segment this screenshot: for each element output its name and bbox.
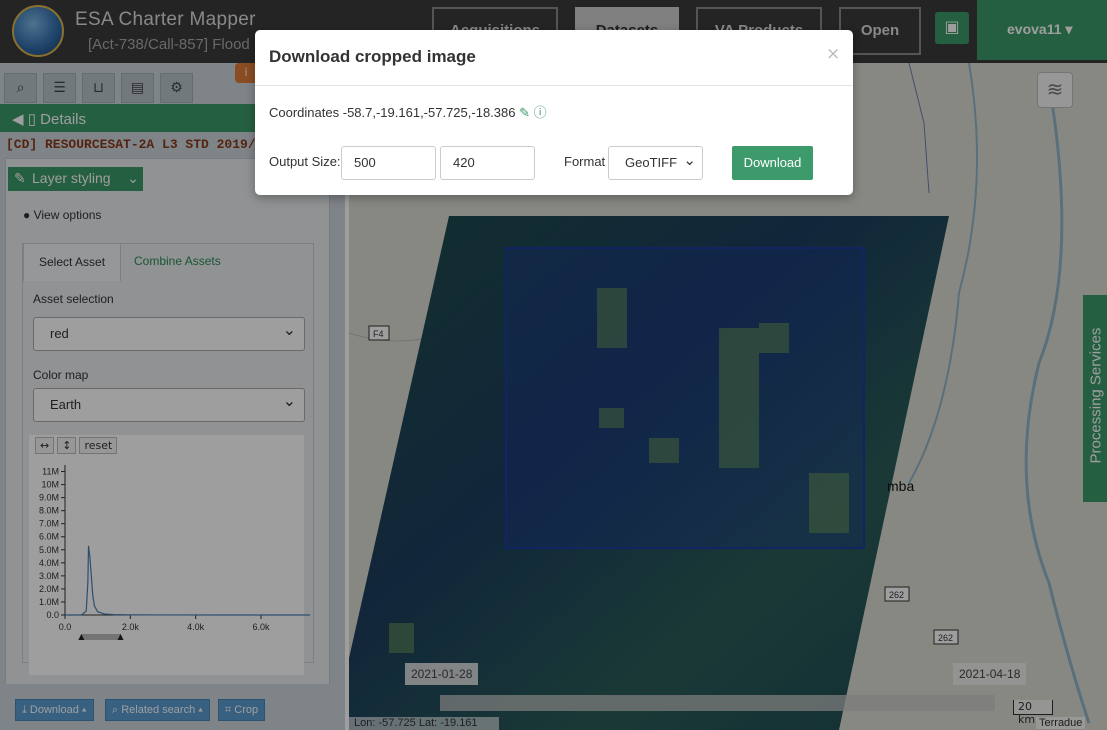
chevron-down-icon: ⌄ (683, 152, 696, 169)
download-button[interactable]: Download (732, 146, 813, 180)
output-width-input[interactable]: 500 (341, 146, 436, 180)
output-height-input[interactable]: 420 (440, 146, 535, 180)
output-size-label: Output Size: (269, 154, 341, 169)
modal-header: Download cropped image × (255, 30, 853, 86)
coordinates-label: Coordinates (269, 105, 340, 120)
format-select[interactable]: GeoTIFF ⌄ (608, 146, 703, 180)
format-value: GeoTIFF (625, 155, 678, 170)
format-label: Format (564, 154, 606, 169)
modal-title: Download cropped image (269, 47, 476, 66)
edit-icon[interactable]: ✎ (519, 105, 530, 120)
coordinates-value: -58.7,-19.161,-57.725,-18.386 (342, 105, 516, 120)
close-icon[interactable]: × (826, 44, 840, 64)
info-icon[interactable]: ⓘ (534, 105, 547, 120)
coordinates-row: Coordinates -58.7,-19.161,-57.725,-18.38… (269, 102, 547, 121)
download-cropped-image-dialog: Download cropped image × Coordinates -58… (255, 30, 853, 195)
